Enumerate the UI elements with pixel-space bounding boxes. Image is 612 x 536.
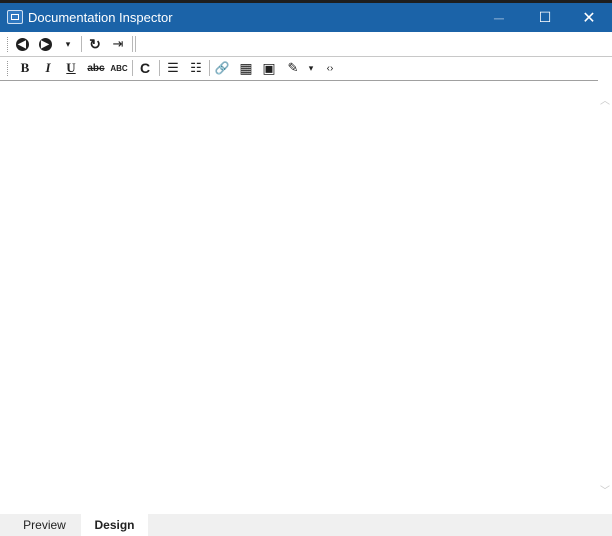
refresh-icon: ↻	[89, 35, 101, 52]
toolbar-separator	[135, 36, 136, 52]
spellcheck-icon: ABC	[110, 63, 128, 73]
tab-preview[interactable]: Preview	[9, 514, 80, 536]
italic-button[interactable]: I	[39, 59, 57, 77]
code-button[interactable]: C	[136, 59, 154, 77]
tab-design[interactable]: Design	[81, 514, 148, 536]
insert-image-button[interactable]: ▣	[260, 59, 278, 77]
source-icon: ‹›	[326, 62, 334, 74]
hyperlink-button[interactable]: 🔗	[213, 59, 231, 77]
formatting-toolbar: B I U abc ABC C ☰ ☷ 🔗 ▦ ▣ ✎ ▾ ‹›	[0, 57, 612, 79]
app-icon	[7, 10, 23, 24]
forward-icon: ▶	[38, 37, 52, 51]
image-icon: ▣	[262, 59, 276, 76]
edit-icon: ✎	[287, 60, 299, 75]
spellcheck-button[interactable]: ABC	[110, 59, 128, 77]
source-view-button[interactable]: ‹›	[321, 59, 339, 77]
import-icon: ⇥	[112, 36, 124, 51]
window-title: Documentation Inspector	[28, 10, 173, 25]
italic-icon: I	[45, 60, 51, 75]
title-bar: Documentation Inspector ─ ☐ ✕	[0, 3, 612, 32]
toolbar-separator	[132, 36, 133, 52]
underline-icon: U	[66, 60, 76, 75]
numbered-list-button[interactable]: ☷	[187, 59, 205, 77]
view-tabs: Preview Design	[0, 514, 612, 536]
toolbar-separator	[81, 36, 82, 52]
toolbar-grip[interactable]	[7, 61, 10, 76]
back-icon: ◀	[15, 37, 29, 51]
minimize-button[interactable]: ─	[476, 3, 522, 32]
history-dropdown-button[interactable]: ▾	[59, 35, 77, 53]
bold-button[interactable]: B	[16, 59, 34, 77]
chevron-down-icon: ▾	[65, 38, 71, 49]
toolbar-separator	[159, 60, 160, 76]
bold-icon: B	[20, 60, 30, 75]
back-button[interactable]: ◀	[13, 35, 31, 53]
scroll-up-icon[interactable]: ︿	[598, 95, 612, 109]
forward-button[interactable]: ▶	[36, 35, 54, 53]
bullet-list-button[interactable]: ☰	[164, 59, 182, 77]
import-button[interactable]: ⇥	[109, 35, 127, 53]
toolbar-grip[interactable]	[7, 37, 10, 52]
design-editor[interactable]	[0, 80, 598, 515]
navigation-toolbar: ◀ ▶ ▾ ↻ ⇥	[0, 33, 612, 55]
maximize-icon: ☐	[538, 9, 552, 25]
numbered-list-icon: ☷	[190, 60, 202, 75]
chevron-down-icon: ▾	[308, 62, 314, 73]
toolbar-separator	[132, 60, 133, 76]
underline-button[interactable]: U	[62, 59, 80, 77]
scroll-down-icon[interactable]: ﹀	[598, 485, 612, 499]
close-icon: ✕	[582, 9, 596, 27]
refresh-button[interactable]: ↻	[86, 35, 104, 53]
minimize-icon: ─	[494, 9, 504, 26]
strikethrough-icon: abc	[87, 62, 105, 74]
code-icon: C	[139, 60, 151, 76]
link-icon: 🔗	[214, 61, 230, 75]
strikethrough-button[interactable]: abc	[86, 59, 106, 77]
maximize-button[interactable]: ☐	[522, 3, 568, 32]
vertical-scrollbar[interactable]: ︿ ﹀	[598, 81, 612, 514]
close-button[interactable]: ✕	[566, 3, 612, 32]
bullet-list-icon: ☰	[167, 60, 179, 75]
edit-dropdown-button[interactable]: ▾	[302, 59, 320, 77]
edit-button[interactable]: ✎	[284, 59, 302, 77]
insert-table-button[interactable]: ▦	[237, 59, 255, 77]
table-icon: ▦	[239, 59, 253, 76]
toolbar-separator	[209, 60, 210, 76]
